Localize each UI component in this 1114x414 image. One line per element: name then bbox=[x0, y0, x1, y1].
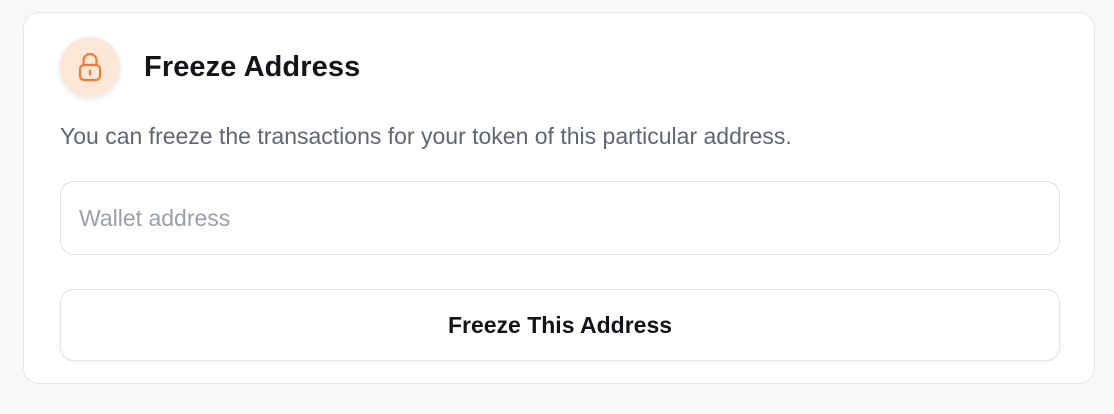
unlock-icon bbox=[60, 37, 120, 97]
card-header: Freeze Address bbox=[60, 37, 360, 97]
wallet-address-input[interactable] bbox=[60, 181, 1060, 255]
freeze-address-card: Freeze Address You can freeze the transa… bbox=[23, 12, 1095, 384]
card-title: Freeze Address bbox=[144, 50, 361, 83]
freeze-address-button[interactable]: Freeze This Address bbox=[60, 289, 1060, 361]
card-description: You can freeze the transactions for your… bbox=[60, 123, 792, 149]
